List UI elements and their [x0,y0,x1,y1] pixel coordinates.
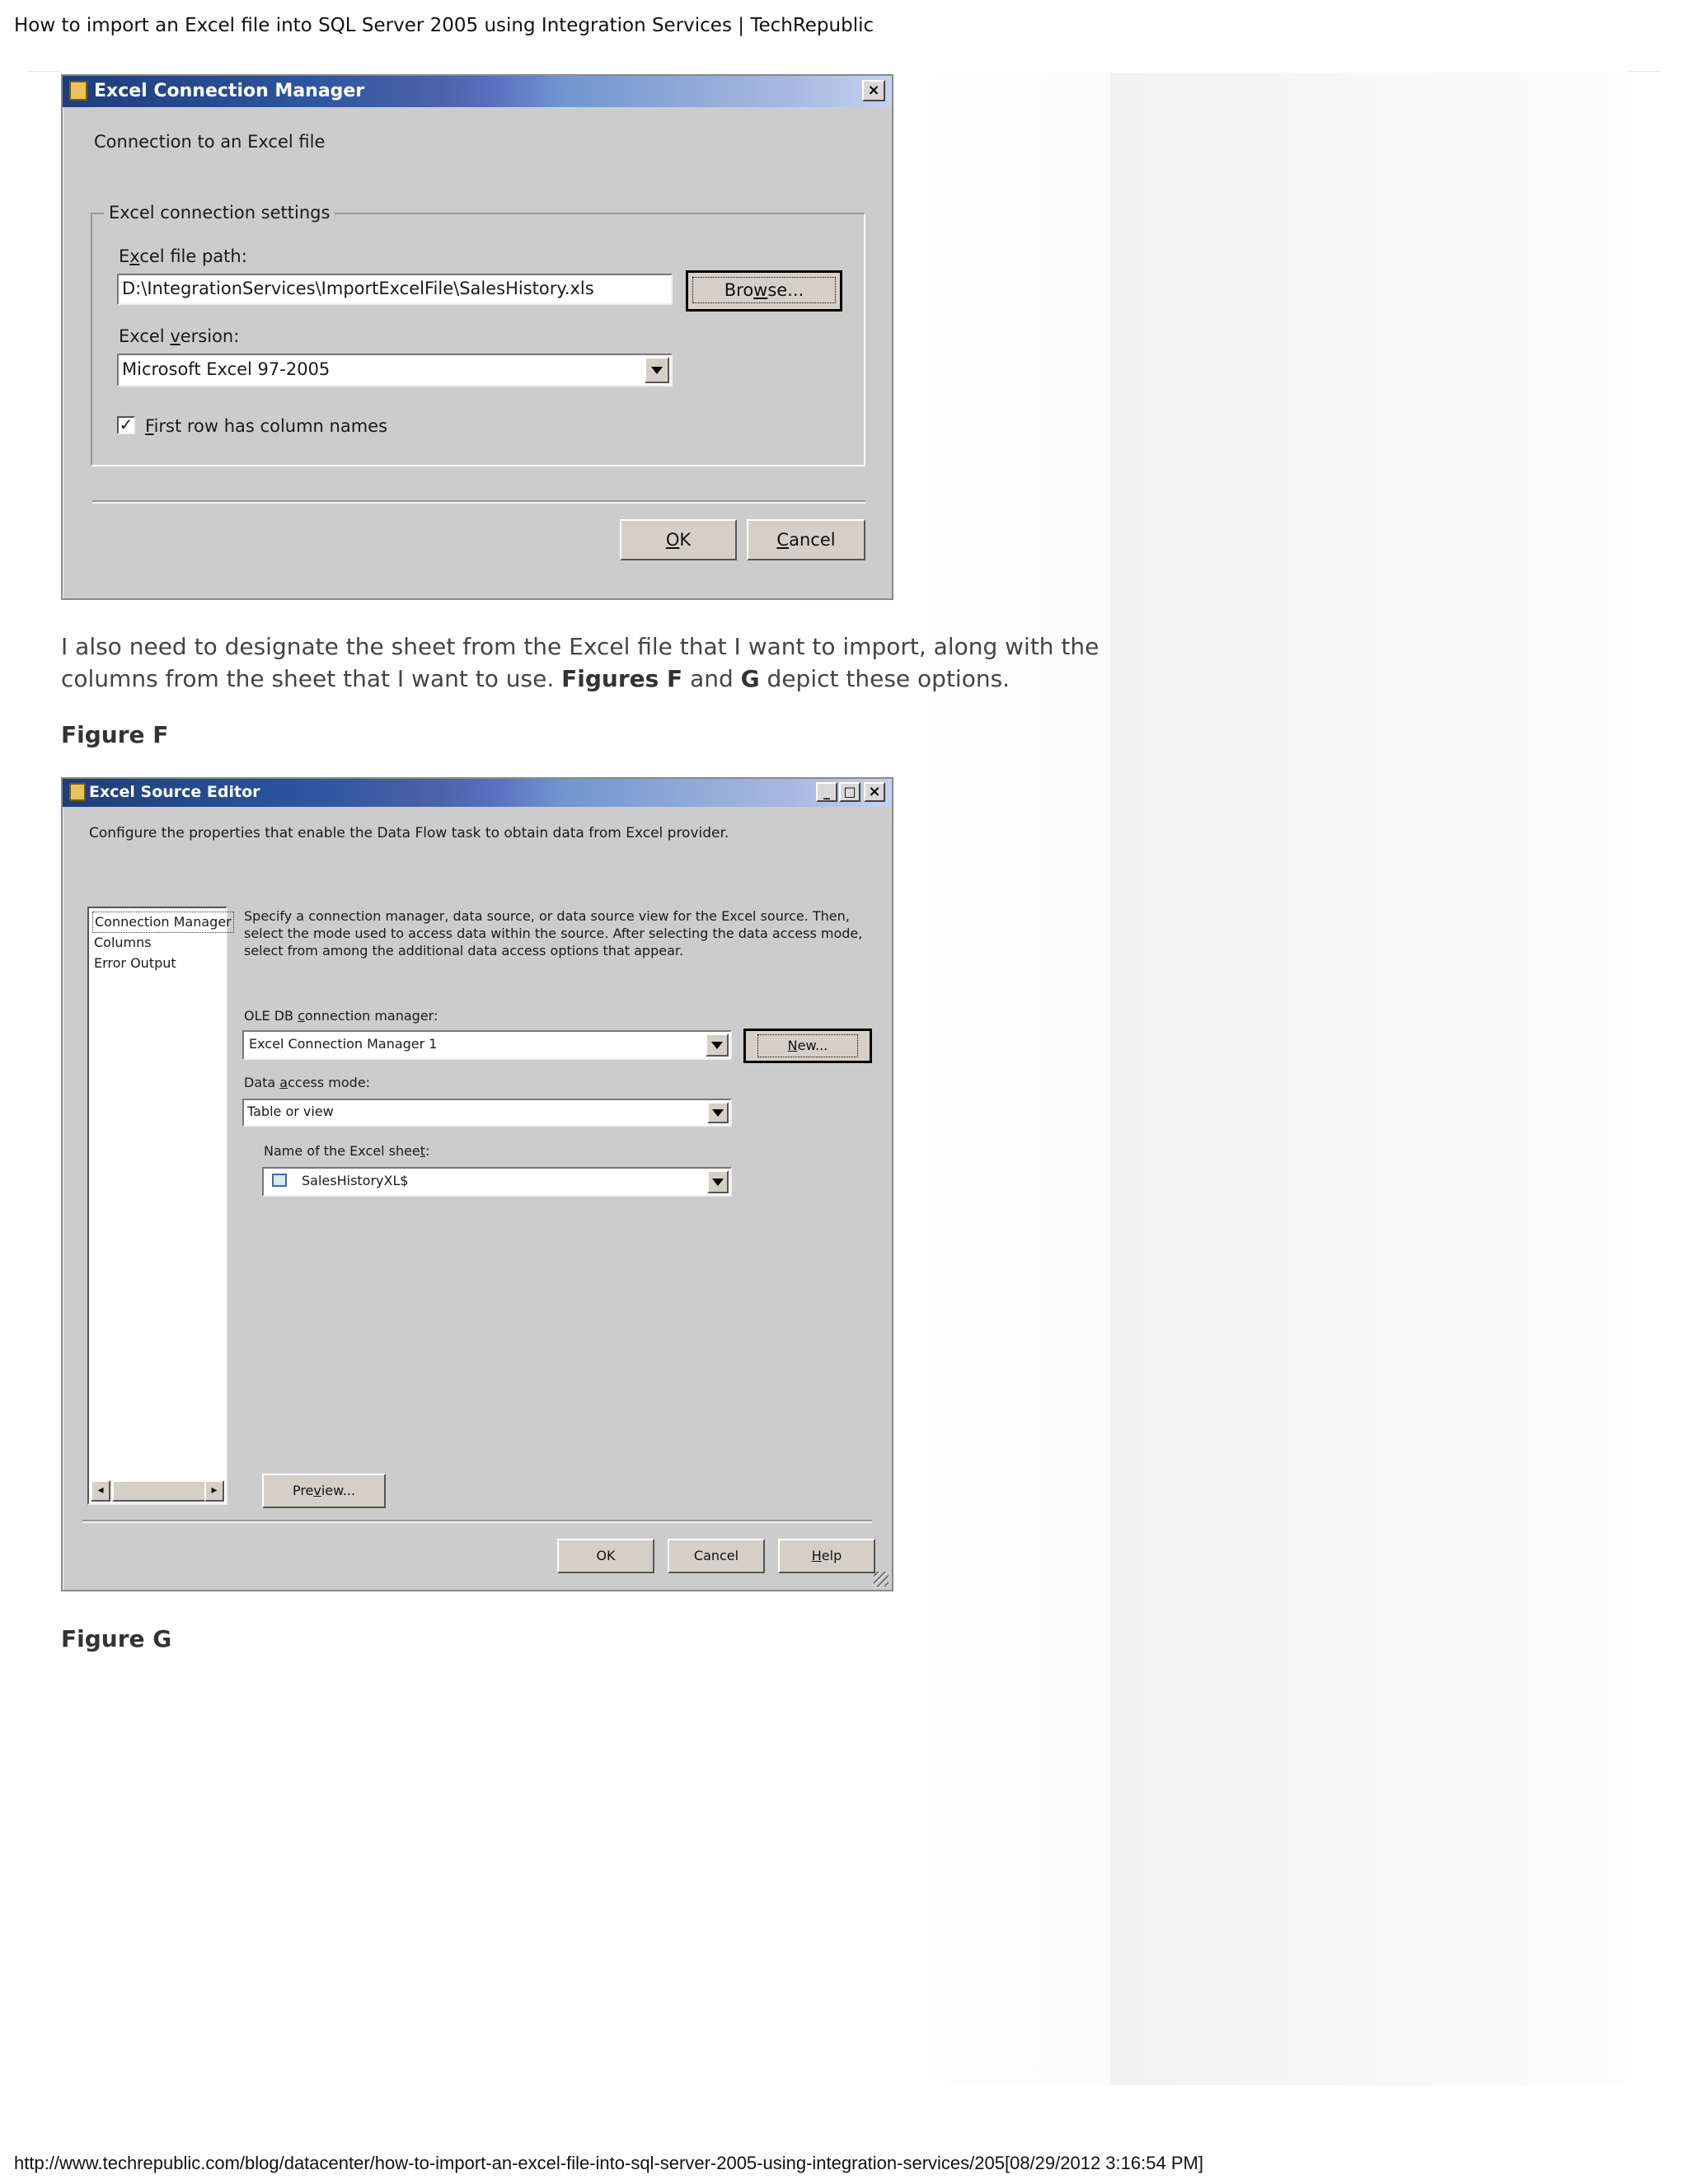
source-editor-icon [69,783,86,801]
excel-sheet-select[interactable]: SalesHistoryXL$ [262,1167,732,1197]
connection-manager-icon [69,81,87,101]
dialog-subtitle: Connection to an Excel file [94,132,326,152]
dialog-title: Excel Source Editor [89,783,260,801]
help-button[interactable]: Help [778,1539,875,1573]
body-paragraph: I also need to designate the sheet from … [61,633,1100,692]
connection-manager-label: OLE DB connection manager: [244,1008,438,1024]
dialog-titlebar: Excel Connection Manager × [63,76,892,107]
access-mode-select[interactable]: Table or view [242,1099,732,1127]
excel-connection-manager-dialog: Excel Connection Manager × Connection to… [61,74,893,600]
table-icon [272,1174,287,1187]
close-icon[interactable]: × [864,782,885,802]
scroll-right-icon[interactable]: ▸ [204,1480,224,1502]
maximize-icon[interactable]: □ [839,782,860,802]
cancel-button[interactable]: Cancel [668,1539,765,1573]
editor-instructions: Specify a connection manager, data sourc… [244,908,863,958]
excel-sheet-value: SalesHistoryXL$ [302,1173,409,1188]
connection-manager-value: Excel Connection Manager 1 [249,1036,438,1052]
first-row-checkbox[interactable]: ✓ [117,416,135,434]
right-sidebar [1110,73,1626,2085]
ok-button[interactable]: OK [620,519,737,560]
print-header: How to import an Excel file into SQL Ser… [14,15,874,36]
chevron-down-icon[interactable] [645,357,669,383]
excel-version-select[interactable]: Microsoft Excel 97-2005 [117,354,673,387]
page-navigation-list: Connection Manager Columns Error Output … [87,907,234,1505]
resize-grip-icon[interactable] [874,1572,889,1586]
divider [92,500,865,504]
access-mode-value: Table or view [247,1104,334,1119]
version-label: Excel version: [119,326,240,346]
ok-button[interactable]: OK [557,1539,654,1573]
scroll-thumb[interactable] [112,1480,206,1502]
first-row-label: First row has column names [145,416,388,436]
chevron-down-icon[interactable] [707,1102,729,1123]
cancel-button[interactable]: Cancel [747,519,865,560]
nav-item-error-output[interactable]: Error Output [94,954,176,973]
excel-source-editor-dialog: Excel Source Editor _ □ × Configure the … [61,777,893,1591]
new-connection-button[interactable]: New... [743,1029,872,1063]
excel-sheet-label: Name of the Excel sheet: [264,1143,430,1159]
top-rule-left [28,71,59,72]
nav-item-columns[interactable]: Columns [94,933,152,953]
divider [82,1520,872,1523]
dialog-titlebar: Excel Source Editor _ □ × [63,779,892,807]
print-footer: http://www.techrepublic.com/blog/datacen… [14,2153,1203,2173]
minimize-icon[interactable]: _ [816,782,837,802]
nav-item-connection-manager[interactable]: Connection Manager [92,912,234,933]
dialog-title: Excel Connection Manager [94,81,365,101]
file-path-label: Excel file path: [119,246,247,266]
close-icon[interactable]: × [862,80,885,101]
top-rule-right [1627,71,1660,72]
figure-f-caption: Figure F [61,721,169,748]
excel-version-value: Microsoft Excel 97-2005 [122,359,331,379]
figure-g-caption: Figure G [61,1625,172,1652]
browse-button[interactable]: Browse... [686,270,842,312]
chevron-down-icon[interactable] [706,1033,729,1057]
chevron-down-icon[interactable] [707,1170,729,1193]
preview-button[interactable]: Preview... [262,1474,386,1508]
file-path-input[interactable]: D:\IntegrationServices\ImportExcelFile\S… [117,274,673,305]
group-label: Excel connection settings [104,203,335,223]
connection-manager-select[interactable]: Excel Connection Manager 1 [242,1030,732,1060]
access-mode-label: Data access mode: [244,1075,371,1090]
editor-description: Configure the properties that enable the… [89,825,729,841]
horizontal-scrollbar[interactable]: ◂ ▸ [91,1480,224,1502]
scroll-left-icon[interactable]: ◂ [91,1480,110,1502]
